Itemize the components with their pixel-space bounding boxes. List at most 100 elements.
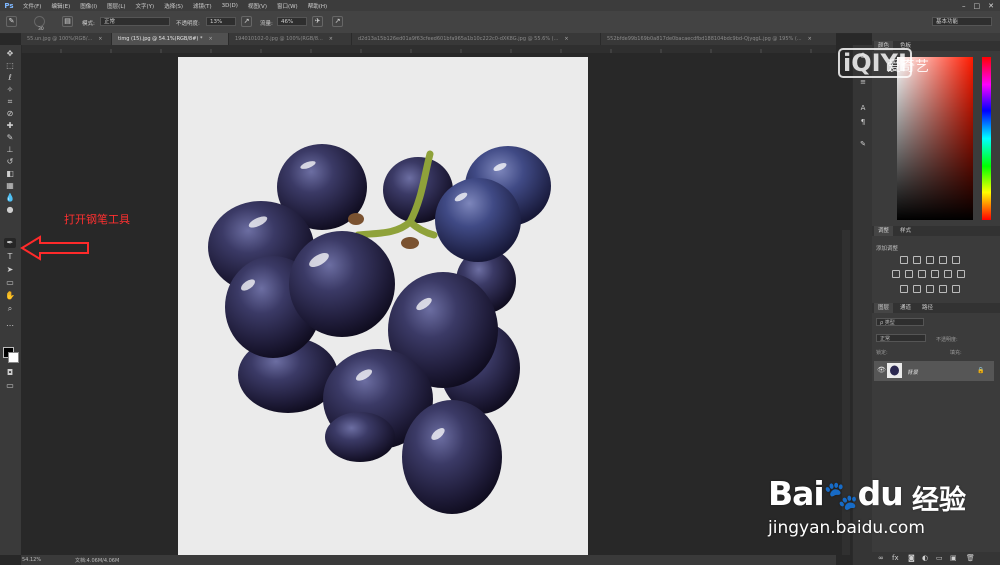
blend-mode-select[interactable]: 正常	[876, 334, 926, 342]
more-tools-icon[interactable]: ⋯	[4, 321, 16, 331]
background-color-swatch[interactable]	[8, 352, 19, 363]
close-window-button[interactable]: ✕	[988, 2, 994, 10]
pressure-opacity-icon[interactable]: ↗	[241, 16, 252, 27]
zoom-tool-icon[interactable]: ⌕	[4, 304, 16, 314]
gradient-map-adjust-icon[interactable]	[939, 285, 947, 293]
menu-layer[interactable]: 图层(L)	[102, 2, 130, 10]
workspace-select[interactable]: 基本功能	[932, 17, 992, 26]
menu-filter[interactable]: 滤镜(T)	[188, 2, 217, 10]
close-icon[interactable]: ×	[208, 36, 212, 42]
menu-file[interactable]: 文件(F)	[18, 2, 46, 10]
link-layers-icon[interactable]: ∞	[878, 554, 884, 562]
pen-tool-icon[interactable]: ✒	[4, 238, 16, 248]
pressure-size-icon[interactable]: ↗	[332, 16, 343, 27]
brush-tool-icon[interactable]: ✎	[4, 133, 16, 143]
eraser-tool-icon[interactable]: ◧	[4, 169, 16, 179]
menu-select[interactable]: 选择(S)	[159, 2, 188, 10]
brush-panel-toggle-icon[interactable]: ▤	[62, 16, 73, 27]
curves-adjust-icon[interactable]	[926, 256, 934, 264]
menu-view[interactable]: 视图(V)	[243, 2, 272, 10]
menu-window[interactable]: 窗口(W)	[272, 2, 303, 10]
blur-tool-icon[interactable]: 💧	[4, 193, 16, 203]
menu-edit[interactable]: 编辑(E)	[46, 2, 75, 10]
hand-tool-icon[interactable]: ✋	[4, 291, 16, 301]
close-icon[interactable]: ×	[329, 36, 333, 42]
new-adjustment-icon[interactable]: ◐	[922, 554, 928, 562]
type-tool-icon[interactable]: T	[4, 252, 16, 262]
black-white-adjust-icon[interactable]	[918, 270, 926, 278]
character-icon[interactable]: A	[857, 103, 869, 113]
new-layer-icon[interactable]: ▣	[950, 554, 957, 562]
document-canvas[interactable]	[178, 57, 588, 557]
dodge-tool-icon[interactable]: ●	[4, 205, 16, 215]
visibility-eye-icon[interactable]: 👁	[877, 366, 886, 374]
menu-help[interactable]: 帮助(H)	[303, 2, 332, 10]
doc-tab-active[interactable]: timg (15).jpg @ 54.1%(RGB/8#) * ×	[112, 33, 229, 45]
eyedropper-tool-icon[interactable]: ⊘	[4, 109, 16, 119]
color-balance-adjust-icon[interactable]	[905, 270, 913, 278]
history-brush-tool-icon[interactable]: ↺	[4, 157, 16, 167]
doc-tab-5[interactable]: 552bfde99b169b0a817de0bacaecdfbd188104bd…	[601, 33, 836, 45]
brush-tool-preset-icon[interactable]: ✎	[6, 16, 17, 27]
layer-filter-kind[interactable]: ρ 类型	[876, 318, 924, 326]
photo-filter-adjust-icon[interactable]	[931, 270, 939, 278]
brightness-adjust-icon[interactable]	[900, 256, 908, 264]
vibrance-adjust-icon[interactable]	[952, 256, 960, 264]
minimize-button[interactable]: –	[962, 2, 966, 10]
flow-input[interactable]: 46%	[277, 17, 307, 26]
levels-adjust-icon[interactable]	[913, 256, 921, 264]
healing-brush-tool-icon[interactable]: ✚	[4, 121, 16, 131]
lasso-tool-icon[interactable]: ℓ	[4, 73, 16, 83]
airbrush-icon[interactable]: ✈	[312, 16, 323, 27]
channel-mixer-adjust-icon[interactable]	[944, 270, 952, 278]
tab-channels[interactable]: 通道	[896, 303, 915, 313]
quick-select-tool-icon[interactable]: ✧	[4, 85, 16, 95]
move-tool-icon[interactable]: ✥	[4, 49, 16, 59]
doc-tab-1[interactable]: 55.un.jpg @ 100%(RGB/... ×	[21, 33, 112, 45]
maximize-button[interactable]: □	[974, 2, 981, 10]
clone-stamp-tool-icon[interactable]: ⊥	[4, 145, 16, 155]
doc-tab-4[interactable]: d2d13a15b126ed01a9f63cfeed601bfa965a1b10…	[352, 33, 601, 45]
brush-settings-icon[interactable]: ✎	[857, 139, 869, 149]
properties-icon[interactable]: ≡	[857, 77, 869, 87]
close-icon[interactable]: ×	[98, 36, 102, 42]
path-selection-tool-icon[interactable]: ➤	[4, 265, 16, 275]
tab-adjustments[interactable]: 调整	[874, 226, 894, 236]
tab-paths[interactable]: 路径	[918, 303, 937, 313]
layer-style-icon[interactable]: fx	[892, 554, 899, 562]
mode-select[interactable]: 正常	[100, 17, 170, 26]
hue-saturation-adjust-icon[interactable]	[892, 270, 900, 278]
menu-type[interactable]: 文字(Y)	[131, 2, 160, 10]
annotation-text: 打开钢笔工具	[64, 213, 130, 226]
quick-mask-icon[interactable]: ◘	[4, 368, 16, 378]
paragraph-icon[interactable]: ¶	[857, 117, 869, 127]
baidu-watermark-url: jingyan.baidu.com	[768, 518, 925, 538]
menu-3d[interactable]: 3D(D)	[217, 3, 243, 9]
brush-preset-picker[interactable]	[34, 16, 45, 27]
marquee-tool-icon[interactable]: ⬚	[4, 61, 16, 71]
exposure-adjust-icon[interactable]	[939, 256, 947, 264]
layer-name[interactable]: 背景	[907, 368, 918, 376]
threshold-adjust-icon[interactable]	[926, 285, 934, 293]
add-mask-icon[interactable]: ◙	[908, 554, 915, 562]
tab-styles[interactable]: 样式	[896, 226, 915, 236]
zoom-level[interactable]: 54.12%	[22, 557, 41, 563]
invert-adjust-icon[interactable]	[900, 285, 908, 293]
doc-tab-3[interactable]: 194010102-0.jpg @ 100%(RGB/8... ×	[229, 33, 352, 45]
close-icon[interactable]: ×	[564, 36, 568, 42]
color-lookup-adjust-icon[interactable]	[957, 270, 965, 278]
posterize-adjust-icon[interactable]	[913, 285, 921, 293]
opacity-input[interactable]: 13%	[206, 17, 236, 26]
delete-layer-icon[interactable]: 🗑	[966, 554, 975, 562]
crop-tool-icon[interactable]: ⌗	[4, 97, 16, 107]
selective-color-adjust-icon[interactable]	[952, 285, 960, 293]
hue-slider[interactable]	[982, 57, 991, 220]
tab-layers[interactable]: 图层	[874, 303, 894, 313]
new-group-icon[interactable]: ▭	[936, 554, 943, 562]
color-picker-field[interactable]	[897, 57, 973, 220]
shape-tool-icon[interactable]: ▭	[4, 278, 16, 288]
menu-image[interactable]: 图像(I)	[75, 2, 102, 10]
gradient-tool-icon[interactable]: ▦	[4, 181, 16, 191]
close-icon[interactable]: ×	[808, 36, 812, 42]
screen-mode-icon[interactable]: ▭	[4, 381, 16, 391]
